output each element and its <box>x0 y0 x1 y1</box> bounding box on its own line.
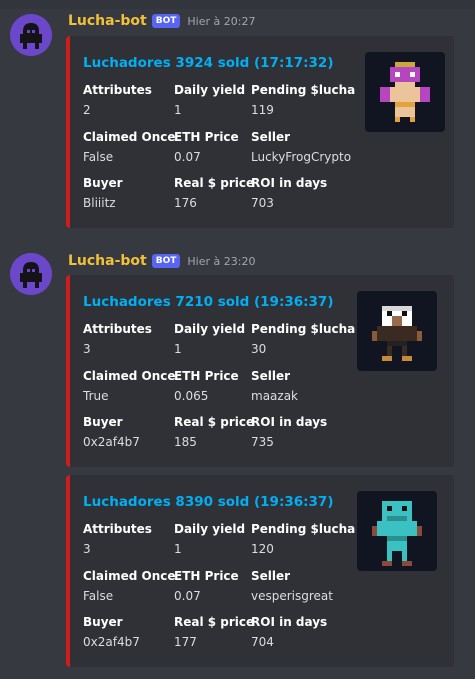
robot-icon <box>10 253 52 295</box>
field-real-price: Real $ price 177 <box>174 615 255 649</box>
timestamp[interactable]: Hier à 20:27 <box>187 15 255 28</box>
field-roi-days: ROI in days 703 <box>251 176 328 210</box>
bot-avatar[interactable] <box>10 14 52 56</box>
field-claimed-once: Claimed Once False <box>83 130 176 164</box>
field-real-price: Real $ price 185 <box>174 415 255 449</box>
embed-title[interactable]: Luchadores 8390 sold (19:36:37) <box>83 494 334 510</box>
field-pending-lucha: Pending $lucha 119 <box>251 83 356 117</box>
luchador-thumbnail[interactable] <box>357 291 437 371</box>
field-eth-price: ETH Price 0.07 <box>174 569 239 603</box>
luchador-sprite-icon <box>372 306 422 361</box>
field-seller: Seller LuckyFrogCrypto <box>251 130 352 164</box>
sale-embed: Luchadores 3924 sold (17:17:32) Attribut… <box>66 36 454 228</box>
field-real-price: Real $ price 176 <box>174 176 255 210</box>
field-daily-yield: Daily yield 1 <box>174 322 246 356</box>
luchador-sprite-icon <box>380 62 430 122</box>
field-buyer: Buyer Bliiitz <box>83 176 123 210</box>
field-roi-days: ROI in days 735 <box>251 415 328 449</box>
field-seller: Seller maazak <box>251 369 298 403</box>
embed-title[interactable]: Luchadores 3924 sold (17:17:32) <box>83 55 334 71</box>
field-daily-yield: Daily yield 1 <box>174 522 246 556</box>
field-attributes: Attributes 3 <box>83 522 152 556</box>
field-eth-price: ETH Price 0.065 <box>174 369 239 403</box>
field-claimed-once: Claimed Once True <box>83 369 176 403</box>
author-name[interactable]: Lucha-bot <box>68 253 147 269</box>
field-buyer: Buyer 0x2af4b7 <box>83 615 140 649</box>
timestamp[interactable]: Hier à 23:20 <box>187 255 255 268</box>
luchador-thumbnail[interactable] <box>357 491 437 571</box>
field-buyer: Buyer 0x2af4b7 <box>83 415 140 449</box>
sale-embed: Luchadores 7210 sold (19:36:37) Attribut… <box>66 275 454 467</box>
bot-badge: BOT <box>151 254 181 268</box>
embed-title[interactable]: Luchadores 7210 sold (19:36:37) <box>83 294 334 310</box>
field-claimed-once: Claimed Once False <box>83 569 176 603</box>
field-eth-price: ETH Price 0.07 <box>174 130 239 164</box>
field-attributes: Attributes 3 <box>83 322 152 356</box>
field-pending-lucha: Pending $lucha 30 <box>251 322 356 356</box>
field-roi-days: ROI in days 704 <box>251 615 328 649</box>
sale-embed: Luchadores 8390 sold (19:36:37) Attribut… <box>66 475 454 667</box>
author-name[interactable]: Lucha-bot <box>68 13 147 29</box>
message-header: Lucha-bot BOT Hier à 20:27 <box>68 11 255 31</box>
luchador-thumbnail[interactable] <box>365 52 445 132</box>
bot-avatar[interactable] <box>10 253 52 295</box>
field-attributes: Attributes 2 <box>83 83 152 117</box>
field-pending-lucha: Pending $lucha 120 <box>251 522 356 556</box>
robot-icon <box>10 14 52 56</box>
luchador-sprite-icon <box>372 501 422 566</box>
message-header: Lucha-bot BOT Hier à 23:20 <box>68 251 255 271</box>
bot-badge: BOT <box>151 14 181 28</box>
previous-message-edge <box>0 0 475 9</box>
field-daily-yield: Daily yield 1 <box>174 83 246 117</box>
field-seller: Seller vesperisgreat <box>251 569 333 603</box>
